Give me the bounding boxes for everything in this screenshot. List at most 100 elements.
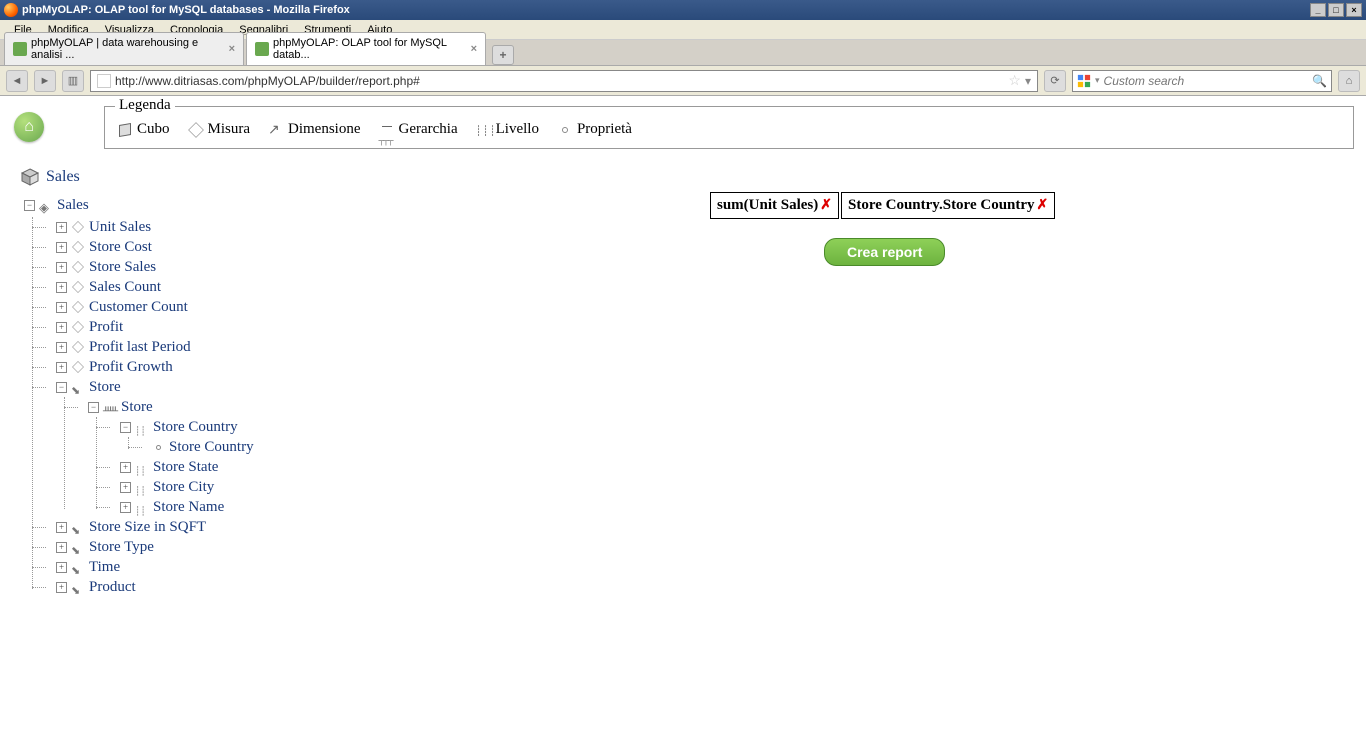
- tab-favicon: [13, 42, 27, 56]
- collapse-icon[interactable]: −: [24, 200, 35, 211]
- expand-icon[interactable]: +: [120, 462, 131, 473]
- firefox-icon: [4, 3, 18, 17]
- search-input[interactable]: [1104, 74, 1309, 88]
- tree-measure-customer-count[interactable]: +Customer Count: [56, 297, 1354, 317]
- tree-dim-store[interactable]: −Store: [56, 377, 1354, 397]
- tree-dim-time[interactable]: +Time: [56, 557, 1354, 577]
- tree-dim-product[interactable]: +Product: [56, 577, 1354, 597]
- tree-level-state[interactable]: +Store State: [120, 457, 1354, 477]
- tree-level-name[interactable]: +Store Name: [120, 497, 1354, 517]
- active-cube: Sales: [20, 167, 1354, 187]
- tree-prop-country[interactable]: Store Country: [152, 437, 1354, 457]
- tree-measure-store-cost[interactable]: +Store Cost: [56, 237, 1354, 257]
- expand-icon[interactable]: +: [120, 502, 131, 513]
- tab-strip: phpMyOLAP | data warehousing e analisi .…: [0, 40, 1366, 66]
- tab-close-icon[interactable]: ×: [229, 43, 235, 55]
- maximize-button[interactable]: □: [1328, 3, 1344, 17]
- reload-button[interactable]: ⟳: [1044, 70, 1066, 92]
- tab-close-icon[interactable]: ×: [471, 43, 477, 55]
- dimension-icon: [268, 122, 284, 138]
- close-button[interactable]: ×: [1346, 3, 1362, 17]
- dimension-icon: [71, 520, 85, 534]
- search-go-icon[interactable]: 🔍: [1312, 74, 1327, 88]
- tree-hier-store[interactable]: −Store: [88, 397, 1354, 417]
- forward-button[interactable]: ►: [34, 70, 56, 92]
- tab-favicon: [255, 42, 269, 56]
- expand-icon[interactable]: +: [56, 242, 67, 253]
- search-dropdown-icon[interactable]: ▾: [1095, 75, 1100, 86]
- expand-icon[interactable]: +: [56, 362, 67, 373]
- page-icon: [97, 74, 111, 88]
- tree-root-label: Sales: [57, 195, 89, 215]
- tree-measure-sales-count[interactable]: +Sales Count: [56, 277, 1354, 297]
- measure-icon: [72, 261, 84, 273]
- expand-icon[interactable]: +: [56, 222, 67, 233]
- measure-icon: [72, 361, 84, 373]
- tree-measure-profit-last[interactable]: +Profit last Period: [56, 337, 1354, 357]
- collapse-icon[interactable]: −: [88, 402, 99, 413]
- selected-items-row: sum(Unit Sales) ✗ Store Country.Store Co…: [710, 192, 1055, 219]
- tab-label: phpMyOLAP | data warehousing e analisi .…: [31, 37, 217, 61]
- tree-measure-profit[interactable]: +Profit: [56, 317, 1354, 337]
- tab-2[interactable]: phpMyOLAP: OLAP tool for MySQL datab... …: [246, 32, 486, 65]
- level-icon: [135, 420, 149, 434]
- dimension-icon: [71, 580, 85, 594]
- new-tab-button[interactable]: +: [492, 45, 514, 65]
- property-icon: [156, 445, 161, 450]
- expand-icon[interactable]: +: [56, 522, 67, 533]
- level-icon: [476, 122, 492, 138]
- tree-dim-store-size[interactable]: +Store Size in SQFT: [56, 517, 1354, 537]
- expand-icon[interactable]: +: [56, 322, 67, 333]
- property-icon: [562, 127, 568, 133]
- history-button[interactable]: ▥: [62, 70, 84, 92]
- level-icon: [135, 500, 149, 514]
- remove-dimension-icon[interactable]: ✗: [1037, 197, 1049, 214]
- tree-measure-unit-sales[interactable]: +Unit Sales: [56, 217, 1354, 237]
- minimize-button[interactable]: _: [1310, 3, 1326, 17]
- tree-level-country[interactable]: −Store Country: [120, 417, 1354, 437]
- tree-root[interactable]: − Sales: [24, 195, 1354, 215]
- expand-icon[interactable]: +: [120, 482, 131, 493]
- tree-level-city[interactable]: +Store City: [120, 477, 1354, 497]
- expand-icon[interactable]: +: [56, 542, 67, 553]
- tree-dim-store-type[interactable]: +Store Type: [56, 537, 1354, 557]
- selected-measure-cell: sum(Unit Sales) ✗: [710, 192, 839, 219]
- bookmark-star-icon[interactable]: ☆: [1008, 72, 1021, 89]
- cube-icon: [20, 167, 40, 187]
- url-input[interactable]: http://www.ditriasas.com/phpMyOLAP/build…: [90, 70, 1038, 92]
- expand-icon[interactable]: +: [56, 342, 67, 353]
- tree-measure-profit-growth[interactable]: +Profit Growth: [56, 357, 1354, 377]
- search-box[interactable]: ▾ 🔍: [1072, 70, 1332, 92]
- expand-icon[interactable]: +: [56, 282, 67, 293]
- hierarchy-icon: [103, 400, 117, 414]
- app-home-button[interactable]: ⌂: [14, 112, 44, 142]
- level-icon: [135, 480, 149, 494]
- remove-measure-icon[interactable]: ✗: [820, 197, 832, 214]
- level-icon: [135, 460, 149, 474]
- dropdown-icon[interactable]: ▾: [1025, 74, 1031, 88]
- page-content: ⌂ Legenda Cubo Misura Dimensione Gerarch…: [0, 96, 1366, 607]
- expand-icon[interactable]: +: [56, 582, 67, 593]
- selected-measure-label: sum(Unit Sales): [717, 197, 818, 214]
- expand-icon[interactable]: +: [56, 562, 67, 573]
- legend-title: Legenda: [115, 97, 175, 114]
- expand-icon[interactable]: +: [56, 302, 67, 313]
- legend-box: Legenda Cubo Misura Dimensione Gerarchia…: [104, 106, 1354, 149]
- url-toolbar: ◄ ► ▥ http://www.ditriasas.com/phpMyOLAP…: [0, 66, 1366, 96]
- tree-measure-store-sales[interactable]: +Store Sales: [56, 257, 1354, 277]
- legend-measure: Misura: [188, 121, 251, 138]
- tab-1[interactable]: phpMyOLAP | data warehousing e analisi .…: [4, 32, 244, 65]
- cube-tree: − Sales +Unit Sales +Store Cost +Store S…: [24, 195, 1354, 597]
- back-button[interactable]: ◄: [6, 70, 28, 92]
- measure-icon: [72, 301, 84, 313]
- home-button[interactable]: ⌂: [1338, 70, 1360, 92]
- hierarchy-icon: [379, 122, 395, 138]
- legend-cube: Cubo: [117, 121, 170, 138]
- collapse-icon[interactable]: −: [56, 382, 67, 393]
- expand-icon[interactable]: +: [56, 262, 67, 273]
- cube-icon: [39, 198, 53, 212]
- window-titlebar: phpMyOLAP: OLAP tool for MySQL databases…: [0, 0, 1366, 20]
- collapse-icon[interactable]: −: [120, 422, 131, 433]
- cube-icon: [117, 122, 133, 138]
- dimension-icon: [71, 380, 85, 394]
